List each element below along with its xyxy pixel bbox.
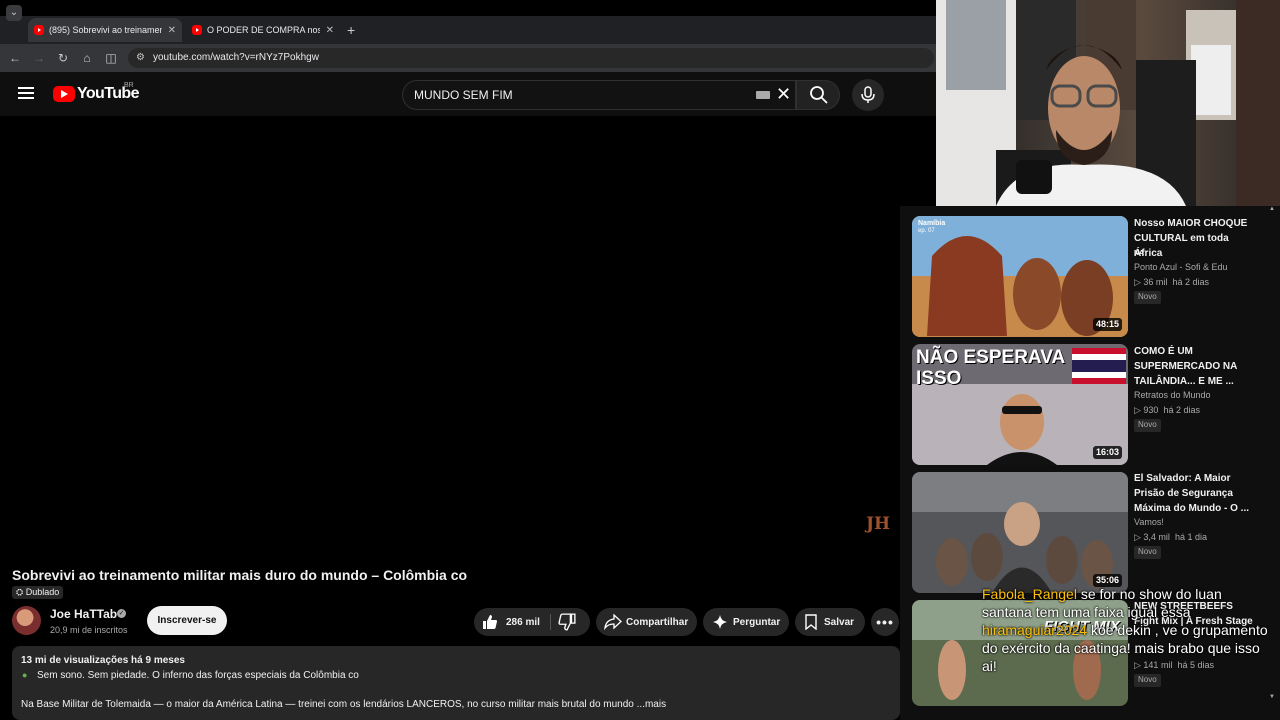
thumbnail-label: NÃO ESPERAVA ISSO <box>916 347 1065 389</box>
search-query[interactable]: MUNDO SEM FIM <box>414 88 513 102</box>
tab-active[interactable]: (895) Sobrevivi ao treinamento ✕ <box>28 18 182 42</box>
related-video-subtitle: NA <box>1134 250 1145 257</box>
related-video-age: há 2 dias <box>1163 405 1200 415</box>
video-player[interactable] <box>12 116 900 556</box>
related-video-views: 3,4 mil <box>1143 532 1170 542</box>
streamer-webcam <box>936 0 1280 206</box>
view-count-and-date: 13 mi de visualizações há 9 meses <box>21 655 185 666</box>
new-badge: Novo <box>1134 291 1161 304</box>
description-tagline: Sem sono. Sem piedade. O inferno das for… <box>37 670 359 681</box>
chat-username: Fabola_Rangel <box>982 586 1077 602</box>
more-actions-button[interactable]: ••• <box>871 608 899 636</box>
related-video-channel[interactable]: Retratos do Mundo <box>1134 389 1211 402</box>
tab-search-button[interactable]: ⌄ <box>6 5 22 21</box>
menu-icon[interactable] <box>18 87 34 100</box>
play-icon: ▷ <box>1134 532 1144 542</box>
dubbed-badge: ⛭ Dublado <box>12 586 64 599</box>
thumbs-up-icon <box>483 615 497 629</box>
related-video-thumbnail[interactable]: Namíbia ep. 07 48:15 <box>912 216 1128 337</box>
tab-inactive[interactable]: O PODER DE COMPRA nos EUA ✕ <box>186 18 340 42</box>
ask-button[interactable]: Perguntar <box>703 608 789 636</box>
home-icon[interactable]: ⌂ <box>79 50 95 66</box>
youtube-logo-icon[interactable] <box>53 86 75 102</box>
chat-message: hiramaguiar2024 koe dekin , ve o grupame… <box>982 621 1272 675</box>
share-label: Compartilhar <box>626 616 689 628</box>
related-video-channel[interactable]: Ponto Azul - Sofi & Edu <box>1134 261 1228 274</box>
site-info-icon[interactable]: ⚙ <box>136 52 145 63</box>
youtube-favicon-icon <box>34 25 44 35</box>
stream-chat-overlay: Fabola_Rangel se for no show do luan san… <box>982 585 1272 675</box>
new-badge: Novo <box>1134 546 1161 559</box>
video-duration: 16:03 <box>1092 446 1122 459</box>
share-button[interactable]: Compartilhar <box>596 608 697 636</box>
new-tab-icon[interactable]: + <box>347 22 355 38</box>
ask-label: Perguntar <box>733 616 781 628</box>
like-count: 286 mil <box>506 616 540 628</box>
verified-icon: ✓ <box>117 609 126 618</box>
youtube-favicon-icon <box>192 25 202 35</box>
bookmark-icon <box>805 614 817 630</box>
new-badge: Novo <box>1134 674 1161 687</box>
description-text: Na Base Militar de Tolemaida — o maior d… <box>21 699 667 710</box>
video-duration: 48:15 <box>1092 318 1122 331</box>
related-video-title[interactable]: COMO É UM SUPERMERCADO NA TAILÂNDIA... E… <box>1134 344 1258 389</box>
url-text[interactable]: youtube.com/watch?v=rNYz7Pokhgw <box>153 52 319 63</box>
globe-icon: ● <box>22 670 28 680</box>
sparkle-icon <box>713 615 727 629</box>
like-button[interactable]: 286 mil <box>474 608 550 636</box>
channel-watermark[interactable]: JH <box>866 514 890 534</box>
related-video-title[interactable]: El Salvador: A Maior Prisão de Segurança… <box>1134 471 1258 516</box>
related-video-stats: ▷ 3,4 mil há 1 dia <box>1134 531 1207 544</box>
related-video-views: 36 mil <box>1143 277 1168 287</box>
save-button[interactable]: Salvar <box>795 608 865 636</box>
related-video-stats: ▷ 930 há 2 dias <box>1134 404 1200 417</box>
forward-icon[interactable]: → <box>31 50 47 66</box>
person-audio-icon: ⛭ <box>16 587 24 597</box>
dubbed-label: Dublado <box>25 587 60 597</box>
microphone-icon <box>861 86 875 103</box>
country-code: BR <box>124 82 134 89</box>
thumbnail-label: Namíbia <box>918 220 946 227</box>
webcam-image <box>936 0 1280 206</box>
reload-icon[interactable]: ↻ <box>55 50 71 66</box>
tab-close-icon[interactable]: ✕ <box>168 25 176 36</box>
related-video-channel[interactable]: Vamos! <box>1134 516 1164 529</box>
more-icon: ••• <box>876 614 894 630</box>
thumbnail-episode: ep. 07 <box>918 228 935 234</box>
search-button[interactable] <box>796 80 840 110</box>
channel-name[interactable]: Joe HaTTab <box>50 607 117 621</box>
save-label: Salvar <box>824 616 855 628</box>
search-icon <box>810 86 828 104</box>
voice-search-button[interactable] <box>852 79 884 111</box>
dislike-button[interactable] <box>558 613 576 636</box>
keyboard-icon[interactable] <box>756 91 770 99</box>
related-video-age: há 2 dias <box>1172 277 1209 287</box>
tab-title: O PODER DE COMPRA nos EUA <box>207 25 320 35</box>
related-video-stats: ▷ 36 mil há 2 dias <box>1134 276 1209 289</box>
chat-message: Fabola_Rangel se for no show do luan san… <box>982 585 1272 621</box>
tab-title: (895) Sobrevivi ao treinamento <box>49 25 162 35</box>
related-video-age: há 1 dia <box>1174 532 1207 542</box>
video-title: Sobrevivi ao treinamento militar mais du… <box>12 567 468 583</box>
back-icon[interactable]: ← <box>7 50 23 66</box>
clear-search-icon[interactable]: ✕ <box>776 84 791 105</box>
play-icon: ▷ <box>1134 405 1144 415</box>
like-divider <box>550 614 551 630</box>
related-video-title[interactable]: Nosso MAIOR CHOQUE CULTURAL em toda Áfri… <box>1134 216 1258 261</box>
scroll-down-icon[interactable]: ▼ <box>1269 694 1275 700</box>
thumbs-down-icon <box>558 613 576 631</box>
chat-username: hiramaguiar2024 <box>982 622 1088 638</box>
related-video-thumbnail[interactable]: 35:06 <box>912 472 1128 593</box>
new-badge: Novo <box>1134 419 1161 432</box>
channel-avatar[interactable] <box>12 606 41 635</box>
subscriber-count: 20,9 mi de inscritos <box>50 625 128 635</box>
play-icon: ▷ <box>1134 277 1144 287</box>
scroll-up-icon[interactable]: ▲ <box>1269 206 1275 212</box>
related-video-thumbnail[interactable]: NÃO ESPERAVA ISSO 16:03 <box>912 344 1128 465</box>
tab-close-icon[interactable]: ✕ <box>326 25 334 36</box>
share-icon <box>604 614 622 630</box>
subscribe-button[interactable]: Inscrever-se <box>147 606 227 635</box>
split-view-icon[interactable]: ◫ <box>103 50 119 66</box>
related-video-views: 930 <box>1143 405 1159 415</box>
